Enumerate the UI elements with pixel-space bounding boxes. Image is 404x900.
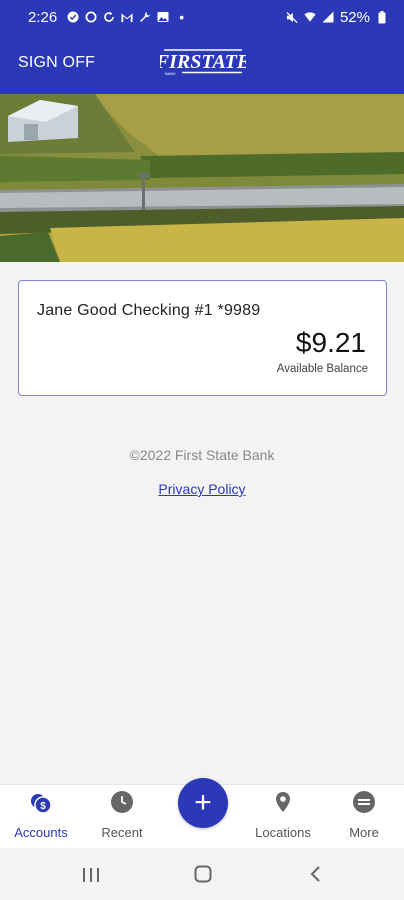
ring-icon [85, 11, 97, 23]
battery-percent: 52% [339, 8, 370, 26]
nav-locations[interactable]: Locations [243, 785, 323, 849]
plus-icon: + [194, 786, 212, 819]
farm-hero-image [0, 94, 404, 262]
status-time: 2:26 [28, 8, 58, 26]
status-bar: 2:26 • 52% [0, 0, 404, 34]
account-card[interactable]: Jane Good Checking #1 *9989 $9.21 Availa… [18, 280, 387, 396]
logo-subtext: BANK [165, 71, 176, 76]
nav-label: Locations [255, 825, 311, 840]
account-balance: $9.21 [295, 327, 366, 358]
recent-apps-button[interactable] [77, 860, 105, 888]
wifi-icon [304, 11, 316, 23]
home-icon [194, 865, 212, 883]
system-nav-bar [0, 848, 404, 900]
sign-off-button[interactable]: SIGN OFF [18, 54, 95, 72]
status-right: 52% [286, 9, 388, 26]
accounts-icon: $ [29, 791, 53, 815]
back-button[interactable] [302, 860, 330, 888]
account-name: Jane Good Checking #1 *9989 [37, 302, 261, 319]
image-icon [157, 11, 169, 23]
svg-text:$: $ [40, 801, 46, 812]
battery-icon [376, 10, 388, 23]
home-button[interactable] [189, 860, 217, 888]
nav-label: More [349, 825, 379, 840]
nav-label: Accounts [14, 825, 68, 840]
mute-icon [286, 11, 298, 23]
recent-apps-icon [83, 868, 99, 882]
clock-icon [111, 791, 133, 813]
nav-more[interactable]: More [324, 785, 404, 849]
first-state-logo: FIRSTATE BANK [155, 44, 250, 78]
copyright-text: ©2022 First State Bank [129, 447, 275, 463]
logo-text: FIRSTATE [160, 51, 246, 73]
nav-label: Recent [101, 825, 143, 840]
add-button[interactable]: + [178, 778, 228, 828]
nav-accounts[interactable]: $ Accounts [1, 785, 81, 849]
location-pin-icon [272, 791, 294, 813]
check-circle-icon [67, 11, 79, 23]
back-icon [310, 866, 320, 882]
app-header: SIGN OFF FIRSTATE BANK [0, 34, 404, 94]
privacy-policy-container: Privacy Policy [0, 481, 404, 497]
wrench-icon [139, 11, 151, 23]
nav-recent[interactable]: Recent [82, 785, 162, 849]
status-left: 2:26 • [28, 9, 184, 26]
privacy-policy-link[interactable]: Privacy Policy [158, 481, 245, 497]
notification-dot: • [179, 9, 185, 25]
more-icon [353, 791, 375, 813]
balance-label: Available Balance [276, 363, 368, 375]
signal-icon [322, 11, 334, 23]
gmail-icon [121, 11, 133, 23]
refresh-icon [103, 11, 115, 23]
